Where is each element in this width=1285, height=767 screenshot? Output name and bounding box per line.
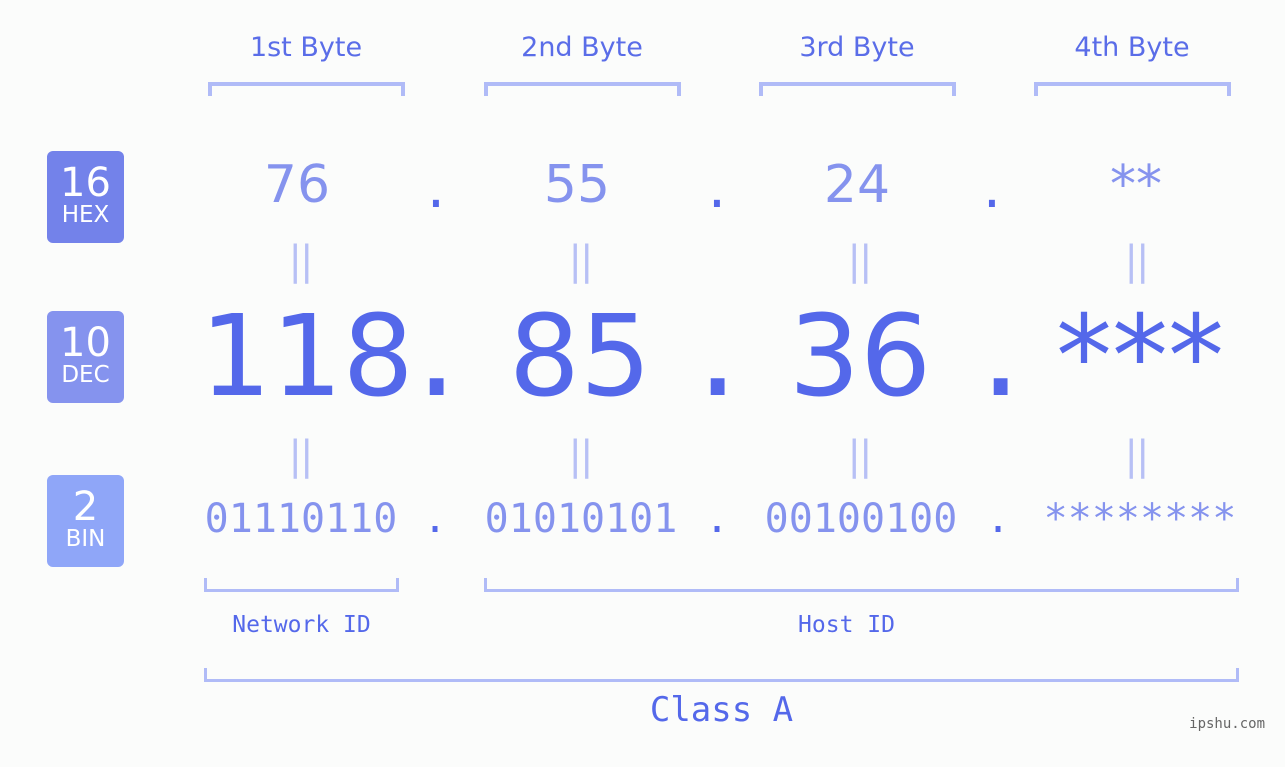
bin-value-4: ******** — [1043, 496, 1237, 542]
dec-value-3: 36 — [788, 292, 932, 422]
bin-value-2: 01010101 — [484, 496, 678, 542]
class-bracket — [204, 668, 1239, 682]
dec-separator: . — [403, 292, 471, 422]
equals-sign: || — [288, 433, 314, 479]
byte-header-2: 2nd Byte — [521, 32, 643, 63]
bin-separator: . — [422, 496, 448, 542]
byte-header-4: 4th Byte — [1074, 32, 1190, 63]
hex-separator: . — [977, 163, 1007, 219]
hex-value-4: ** — [1110, 155, 1162, 215]
hex-separator: . — [421, 163, 451, 219]
equals-sign: || — [568, 433, 594, 479]
host-id-label: Host ID — [798, 612, 895, 638]
equals-sign: || — [847, 433, 873, 479]
equals-sign: || — [847, 238, 873, 284]
hex-badge-label: HEX — [61, 202, 110, 228]
watermark: ipshu.com — [1189, 716, 1265, 732]
equals-sign: || — [568, 238, 594, 284]
dec-value-1: 118 — [200, 292, 414, 422]
dec-badge-number: 10 — [60, 320, 111, 366]
host-id-bracket — [484, 578, 1239, 592]
bin-badge: 2 BIN — [47, 475, 124, 567]
hex-value-3: 24 — [823, 155, 891, 215]
hex-value-1: 76 — [263, 155, 331, 215]
dec-badge: 10 DEC — [47, 311, 124, 403]
byte-bracket-4 — [1034, 82, 1231, 96]
hex-badge-number: 16 — [60, 160, 111, 206]
bin-separator: . — [985, 496, 1011, 542]
byte-bracket-2 — [484, 82, 681, 96]
equals-sign: || — [288, 238, 314, 284]
bin-separator: . — [704, 496, 730, 542]
bin-value-1: 01110110 — [204, 496, 398, 542]
bin-badge-number: 2 — [72, 484, 99, 530]
byte-bracket-3 — [759, 82, 956, 96]
equals-sign: || — [1124, 433, 1150, 479]
byte-bracket-1 — [208, 82, 405, 96]
dec-badge-label: DEC — [61, 362, 110, 388]
equals-sign: || — [1124, 238, 1150, 284]
byte-header-1: 1st Byte — [249, 32, 363, 63]
bin-value-3: 00100100 — [764, 496, 958, 542]
dec-separator: . — [967, 292, 1035, 422]
hex-badge: 16 HEX — [47, 151, 124, 243]
class-label: Class A — [649, 690, 794, 730]
bin-badge-label: BIN — [65, 526, 106, 552]
hex-value-2: 55 — [543, 155, 611, 215]
dec-separator: . — [684, 292, 752, 422]
network-id-bracket — [204, 578, 399, 592]
byte-header-3: 3rd Byte — [799, 32, 915, 63]
dec-value-2: 85 — [508, 292, 652, 422]
dec-value-4: *** — [1056, 292, 1224, 422]
hex-separator: . — [702, 163, 732, 219]
network-id-label: Network ID — [232, 612, 371, 638]
